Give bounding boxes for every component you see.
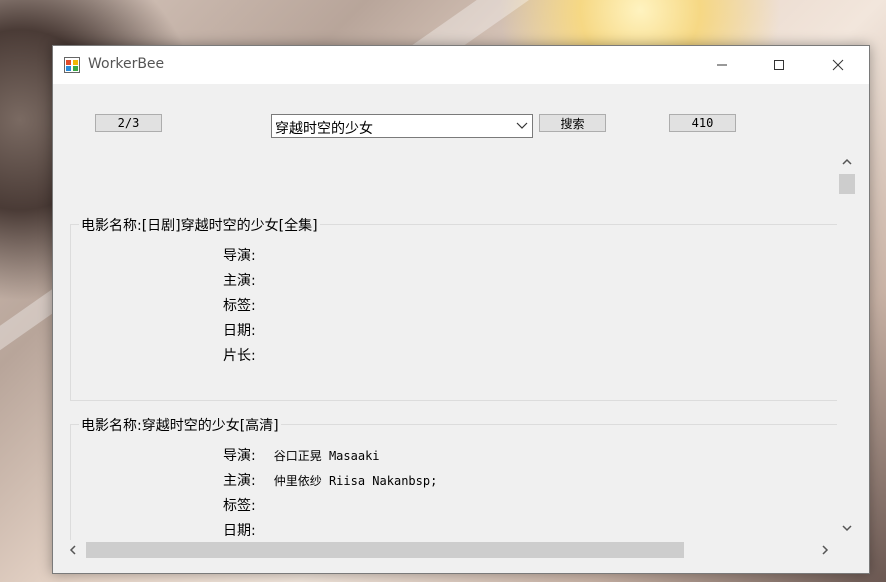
cast-value: 仲里依纱 Riisa Nakanbsp; [273, 474, 438, 488]
cast-label: 主演: [223, 473, 256, 489]
movie-title: 电影名称:穿越时空的少女[高清] [79, 415, 281, 435]
director-label: 导演: [223, 248, 256, 264]
scroll-up-icon[interactable] [842, 158, 852, 166]
result-count-button[interactable]: 410 [669, 114, 736, 132]
vertical-scroll-thumb[interactable] [839, 174, 855, 194]
tags-row: 标签: [223, 295, 274, 315]
results-panel: 电影名称:[日剧]穿越时空的少女[全集] 导演: 主演: 标签: 日期: 片长:… [53, 152, 837, 540]
search-combobox-value: 穿越时空的少女 [275, 121, 373, 137]
length-label: 片长: [223, 348, 256, 364]
main-window: WorkerBee 2/3 穿越时空的少女 搜索 410 电影名称:[日剧]穿越… [52, 45, 870, 574]
director-row: 导演: 谷口正晃 Masaaki [223, 445, 380, 465]
director-value: 谷口正晃 Masaaki [273, 449, 380, 463]
title-bar[interactable]: WorkerBee [53, 46, 869, 84]
close-icon [832, 59, 844, 71]
chevron-down-icon[interactable] [516, 121, 528, 131]
close-button[interactable] [815, 46, 861, 84]
maximize-button[interactable] [756, 46, 802, 84]
page-indicator-button[interactable]: 2/3 [95, 114, 162, 132]
search-button[interactable]: 搜索 [539, 114, 606, 132]
director-label: 导演: [223, 448, 256, 464]
date-row: 日期: [223, 520, 274, 540]
vertical-scrollbar[interactable] [837, 152, 857, 542]
cast-row: 主演: [223, 270, 274, 290]
tags-label: 标签: [223, 498, 256, 514]
movie-title: 电影名称:[日剧]穿越时空的少女[全集] [79, 215, 320, 235]
horizontal-scrollbar[interactable] [63, 540, 837, 560]
maximize-icon [774, 60, 784, 70]
date-row: 日期: [223, 320, 274, 340]
date-label: 日期: [223, 523, 256, 539]
date-label: 日期: [223, 323, 256, 339]
movie-group: 电影名称:[日剧]穿越时空的少女[全集] 导演: 主演: 标签: 日期: 片长: [70, 215, 837, 401]
movie-search-combobox[interactable]: 穿越时空的少女 [271, 114, 533, 138]
minimize-icon [717, 64, 727, 66]
window-title: WorkerBee [88, 56, 165, 72]
scroll-right-icon[interactable] [821, 545, 829, 555]
app-window-icon [64, 57, 80, 73]
director-row: 导演: [223, 245, 274, 265]
cast-label: 主演: [223, 273, 256, 289]
tags-row: 标签: [223, 495, 274, 515]
cast-row: 主演: 仲里依纱 Riisa Nakanbsp; [223, 470, 437, 490]
tags-label: 标签: [223, 298, 256, 314]
minimize-button[interactable] [699, 46, 745, 84]
horizontal-scroll-thumb[interactable] [86, 542, 684, 558]
scroll-down-icon[interactable] [842, 524, 852, 532]
movie-group: 电影名称:穿越时空的少女[高清] 导演: 谷口正晃 Masaaki 主演: 仲里依纱… [70, 415, 837, 540]
scroll-left-icon[interactable] [69, 545, 77, 555]
length-row: 片长: [223, 345, 274, 365]
